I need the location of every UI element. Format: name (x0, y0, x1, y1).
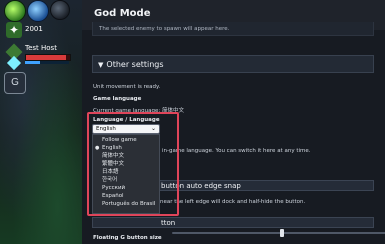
language-hint: in-game language. You can switch it here… (162, 148, 311, 154)
panel-title: God Mode (94, 8, 151, 19)
mana-bar-fill (25, 61, 41, 64)
language-option[interactable]: ● English (95, 144, 158, 152)
dark-orb-icon[interactable] (50, 0, 70, 20)
language-select[interactable]: English ⌄ (92, 124, 160, 134)
game-background: ✦ 2001 Test Host G (0, 0, 82, 244)
language-option[interactable]: 简体中文 (95, 152, 158, 160)
language-option[interactable]: Español (95, 192, 158, 200)
chevron-down-icon: ⌄ (150, 125, 156, 132)
unit-movement-status: Unit movement is ready. (93, 84, 161, 90)
language-dropdown-list[interactable]: Follow game ● English 简体中文 繁體中文 日本語 한국어 Р… (92, 134, 160, 214)
language-option-label: 日本語 (102, 169, 119, 175)
language-option[interactable]: 繁體中文 (95, 160, 158, 168)
other-settings-header[interactable]: ▼ Other settings (92, 55, 374, 73)
language-option-label: 简体中文 (102, 153, 125, 159)
button-size-slider-thumb[interactable] (280, 229, 285, 237)
language-option-label: Русский (102, 185, 126, 191)
language-option[interactable]: Русский (95, 184, 158, 192)
language-select-value: English (96, 126, 116, 132)
language-option-label: Follow game (102, 137, 137, 143)
game-language-heading: Game language (93, 96, 142, 102)
language-option[interactable]: 한국어 (95, 176, 158, 184)
language-option-label: Español (102, 193, 124, 199)
spawn-notice: The selected enemy to spawn will appear … (92, 22, 374, 36)
language-option-label: Português do Brasil (102, 201, 156, 207)
language-option[interactable]: Follow game (95, 136, 158, 144)
floating-g-button[interactable]: G (4, 72, 26, 94)
health-bar-fill (26, 55, 67, 60)
coin-count: 2001 (25, 25, 43, 33)
language-option[interactable]: Português do Brasil (95, 200, 158, 208)
health-bar (25, 54, 71, 61)
button-size-slider[interactable] (172, 232, 385, 234)
language-option-label: 繁體中文 (102, 161, 125, 167)
other-settings-label: Other settings (106, 60, 164, 69)
language-option-label: English (102, 145, 122, 151)
caret-down-icon: ▼ (98, 61, 104, 69)
floating-g-button-size-label: Floating G button size (93, 235, 162, 241)
edge-snap-hint: near the left edge will dock and half-hi… (160, 199, 306, 205)
green-orb-icon[interactable] (4, 0, 26, 22)
language-option-label: 한국어 (102, 177, 118, 183)
player-name: Test Host (25, 44, 57, 52)
coin-icon: ✦ (6, 22, 22, 38)
floating-button-section[interactable]: tton (92, 217, 374, 228)
globe-icon[interactable] (27, 0, 49, 22)
selected-dot-icon: ● (95, 145, 100, 151)
floating-button-section-label: tton (161, 219, 176, 227)
mana-bar (25, 61, 69, 64)
gem-icon (6, 55, 22, 71)
language-option[interactable]: 日本語 (95, 168, 158, 176)
